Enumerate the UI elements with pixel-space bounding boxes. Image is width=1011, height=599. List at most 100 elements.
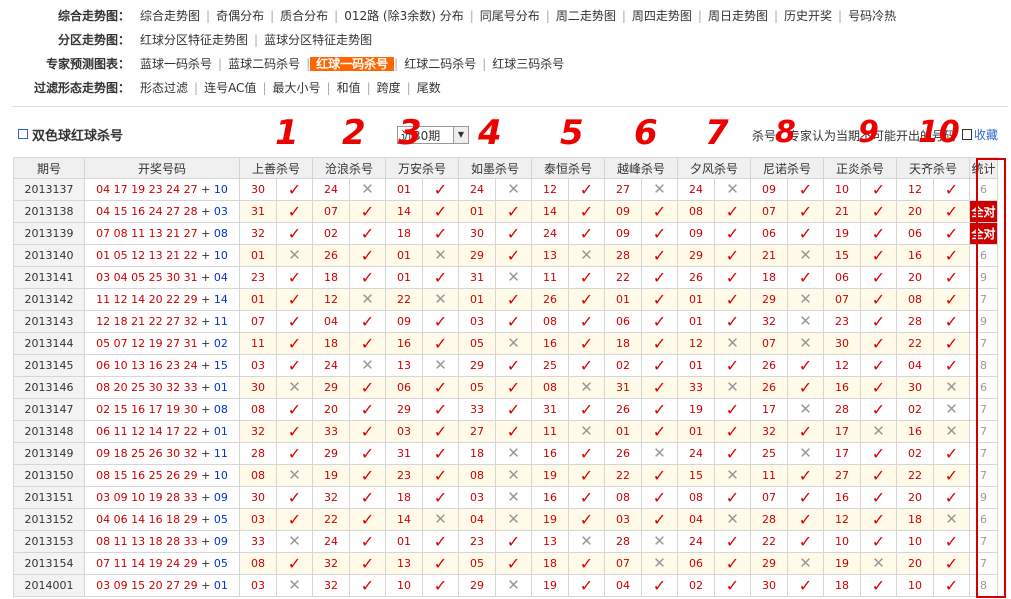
nav-link[interactable]: 蓝球一码杀号 (134, 57, 218, 71)
issue-cell: 2013144 (13, 332, 85, 355)
kill-number: 14 (385, 508, 423, 531)
cross-icon: ✕ (288, 532, 301, 550)
cross-icon: ✕ (726, 180, 739, 198)
kill-number: 23 (239, 266, 277, 289)
correct-mark-cell: ✓ (276, 552, 313, 575)
correct-mark-cell: ✓ (641, 266, 678, 289)
issue-cell: 2013143 (13, 310, 85, 333)
nav-link[interactable]: 红球二码杀号 (398, 57, 482, 71)
check-icon: ✓ (725, 201, 740, 221)
kill-number: 13 (385, 354, 423, 377)
check-icon: ✓ (944, 553, 959, 573)
correct-mark-cell: ✓ (349, 508, 386, 531)
check-icon: ✓ (506, 421, 521, 441)
nav-link[interactable]: 连号AC值 (198, 81, 262, 95)
annotation-number: 9 (858, 115, 879, 150)
correct-mark-cell: ✓ (714, 222, 751, 245)
nav-link[interactable]: 质合分布 (274, 9, 334, 23)
table-row: 2013138 04 15 16 24 27 28 + 03 31 ✓ 07 ✓ 14 ✓ 01… (13, 200, 998, 223)
wrong-mark-cell: ✕ (568, 420, 605, 443)
nav-link[interactable]: 红球三码杀号 (486, 57, 570, 71)
cross-icon: ✕ (507, 268, 520, 286)
nav-link[interactable]: 蓝球分区特征走势图 (258, 33, 378, 47)
draw-numbers-cell: 04 06 14 16 18 29 + 05 (84, 508, 240, 531)
check-icon: ✓ (944, 245, 959, 265)
check-icon: ✓ (798, 575, 813, 595)
kill-number: 07 (750, 486, 788, 509)
kill-number: 33 (239, 530, 277, 553)
kill-number: 19 (823, 552, 861, 575)
stat-cell: 9 (969, 310, 998, 333)
nav-link[interactable]: 周四走势图 (626, 9, 698, 23)
correct-mark-cell: ✓ (422, 530, 459, 553)
correct-mark-cell: ✓ (714, 288, 751, 311)
draw-numbers-cell: 02 15 16 17 19 30 + 08 (84, 398, 240, 421)
kill-number: 31 (385, 442, 423, 465)
check-icon: ✓ (506, 223, 521, 243)
check-icon: ✓ (360, 377, 375, 397)
check-icon: ✓ (579, 289, 594, 309)
issue-cell: 2013148 (13, 420, 85, 443)
annotation-number: 4 (478, 113, 502, 153)
nav-link[interactable]: 红球一码杀号 (310, 57, 395, 71)
plus-sign: + (197, 579, 214, 592)
kill-number: 32 (750, 310, 788, 333)
red-balls: 08 11 13 18 28 33 (96, 535, 198, 548)
nav-link[interactable]: 综合走势图 (134, 9, 206, 23)
nav-link[interactable]: 尾数 (411, 81, 447, 95)
nav-link[interactable]: 和值 (331, 81, 367, 95)
nav-link[interactable]: 最大小号 (267, 81, 327, 95)
wrong-mark-cell: ✕ (641, 442, 678, 465)
check-icon: ✓ (287, 553, 302, 573)
kill-number: 02 (604, 354, 642, 377)
cross-icon: ✕ (945, 422, 958, 440)
check-icon: ✓ (944, 289, 959, 309)
correct-mark-cell: ✓ (276, 200, 313, 223)
correct-mark-cell: ✓ (641, 310, 678, 333)
check-icon: ✓ (360, 575, 375, 595)
nav-link[interactable]: 形态过滤 (134, 81, 194, 95)
correct-mark-cell: ✓ (860, 464, 897, 487)
nav-link[interactable]: 蓝球二码杀号 (222, 57, 306, 71)
kill-number-table: 期号 开奖号码 上善杀号 沧浪杀号 万安杀号 如墨杀号 泰恒杀号 越峰杀号 夕风杀号 尼诺杀号 正炎… (13, 157, 998, 597)
kill-number: 04 (312, 310, 350, 333)
nav-link[interactable]: 跨度 (371, 81, 407, 95)
cross-icon: ✕ (507, 180, 520, 198)
kill-number: 26 (604, 398, 642, 421)
stat-cell: 8 (969, 354, 998, 377)
kill-number: 20 (896, 200, 934, 223)
blue-ball: 11 (213, 447, 228, 460)
correct-mark-cell: ✓ (860, 508, 897, 531)
check-icon: ✓ (725, 575, 740, 595)
favorite-link[interactable]: 收藏 (962, 126, 998, 143)
draw-numbers-cell: 04 17 19 23 24 27 + 10 (84, 178, 240, 201)
cross-icon: ✕ (726, 378, 739, 396)
check-icon: ✓ (725, 421, 740, 441)
chevron-down-icon[interactable]: ▼ (453, 127, 468, 143)
nav-link[interactable]: 周日走势图 (702, 9, 774, 23)
check-icon: ✓ (579, 443, 594, 463)
check-icon: ✓ (944, 223, 959, 243)
correct-mark-cell: ✓ (787, 266, 824, 289)
nav-link[interactable]: 奇偶分布 (210, 9, 270, 23)
nav-link[interactable]: 号码冷热 (842, 9, 902, 23)
kill-number: 24 (677, 178, 715, 201)
nav-link[interactable]: 红球分区特征走势图 (134, 33, 254, 47)
correct-mark-cell: ✓ (714, 574, 751, 597)
kill-number: 18 (604, 332, 642, 355)
nav-link[interactable]: 同尾号分布 (474, 9, 546, 23)
kill-number: 33 (677, 376, 715, 399)
wrong-mark-cell: ✕ (714, 376, 751, 399)
table-row: 2013148 06 11 12 14 17 22 + 01 32 ✓ 33 ✓ 03 ✓ 27… (13, 420, 998, 443)
nav-link[interactable]: 012路 (除3余数) 分布 (338, 9, 470, 23)
check-icon: ✓ (725, 355, 740, 375)
check-icon: ✓ (579, 201, 594, 221)
check-icon: ✓ (798, 223, 813, 243)
nav-link[interactable]: 周二走势图 (550, 9, 622, 23)
stat-cell: 7 (969, 420, 998, 443)
check-icon: ✓ (433, 399, 448, 419)
correct-mark-cell: ✓ (787, 486, 824, 509)
wrong-mark-cell: ✕ (276, 530, 313, 553)
stat-cell: 7 (969, 398, 998, 421)
nav-link[interactable]: 历史开奖 (778, 9, 838, 23)
